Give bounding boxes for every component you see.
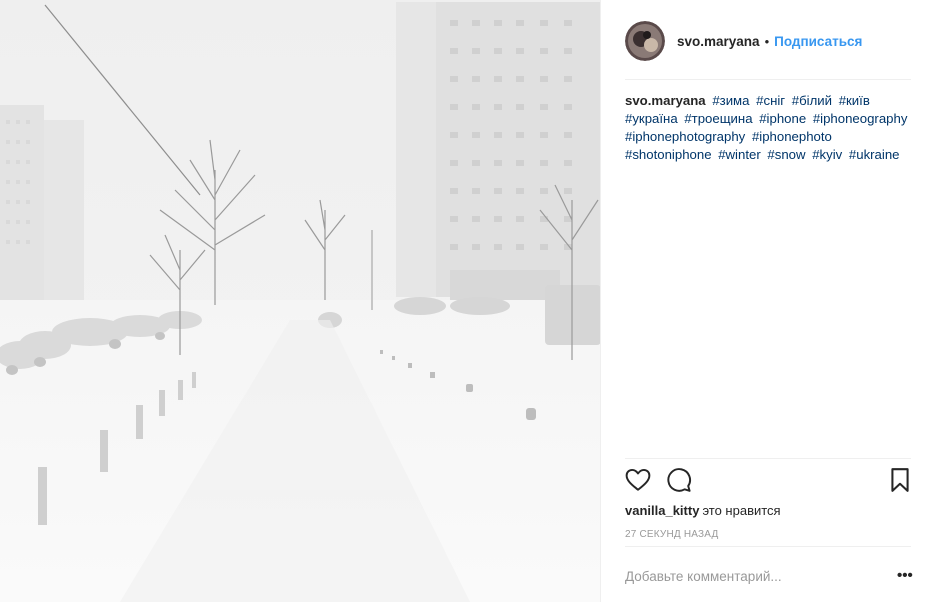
hashtag-link[interactable]: #iphone (759, 111, 806, 126)
hashtag-link[interactable]: #iphoneography (813, 111, 908, 126)
bookmark-icon (891, 468, 909, 492)
comment-input[interactable] (625, 566, 875, 586)
heart-icon (625, 468, 651, 491)
header-username[interactable]: svo.maryana (677, 34, 760, 49)
avatar-image (625, 21, 665, 61)
hashtag-link[interactable]: #kyiv (812, 147, 842, 162)
header-separator: • (764, 33, 770, 49)
post-photo[interactable] (0, 0, 601, 602)
hashtag-link[interactable]: #iphonephoto (752, 129, 832, 144)
like-button[interactable] (625, 467, 651, 493)
comment-divider (625, 546, 911, 547)
header-divider (625, 79, 911, 80)
actions-divider (625, 458, 911, 459)
caption-author[interactable]: svo.maryana (625, 93, 706, 108)
hashtag-link[interactable]: #білий (792, 93, 832, 108)
hashtag-link[interactable]: #зима (712, 93, 749, 108)
hashtag-link[interactable]: #winter (718, 147, 761, 162)
follow-button[interactable]: Подписаться (774, 34, 862, 49)
likes-line: vanilla_kitty это нравится (625, 503, 781, 518)
liker-username[interactable]: vanilla_kitty (625, 503, 699, 518)
action-bar (625, 467, 911, 495)
post-side-panel: svo.maryana • Подписаться svo.maryana #з… (601, 0, 934, 602)
comment-button[interactable] (666, 467, 692, 493)
save-button[interactable] (889, 467, 911, 493)
hashtag-link[interactable]: #київ (839, 93, 870, 108)
post-timestamp[interactable]: 27 секунд назад (625, 529, 718, 540)
post-caption: svo.maryana #зима #сніг #білий #київ #ук… (625, 92, 911, 164)
snowy-street-image (0, 0, 600, 602)
hashtag-link[interactable]: #iphonephotography (625, 129, 745, 144)
hashtag-link[interactable]: #сніг (756, 93, 785, 108)
hashtag-link[interactable]: #snow (767, 147, 805, 162)
post-header: svo.maryana • Подписаться (625, 18, 911, 64)
hashtag-link[interactable]: #shotoniphone (625, 147, 712, 162)
more-options-icon[interactable]: ••• (897, 567, 913, 584)
hashtag-link[interactable]: #ukraine (849, 147, 900, 162)
likes-text: это нравится (702, 503, 781, 518)
comment-icon (667, 468, 691, 492)
hashtag-link[interactable]: #україна (625, 111, 678, 126)
avatar[interactable] (625, 21, 665, 61)
hashtag-link[interactable]: #троещина (684, 111, 752, 126)
